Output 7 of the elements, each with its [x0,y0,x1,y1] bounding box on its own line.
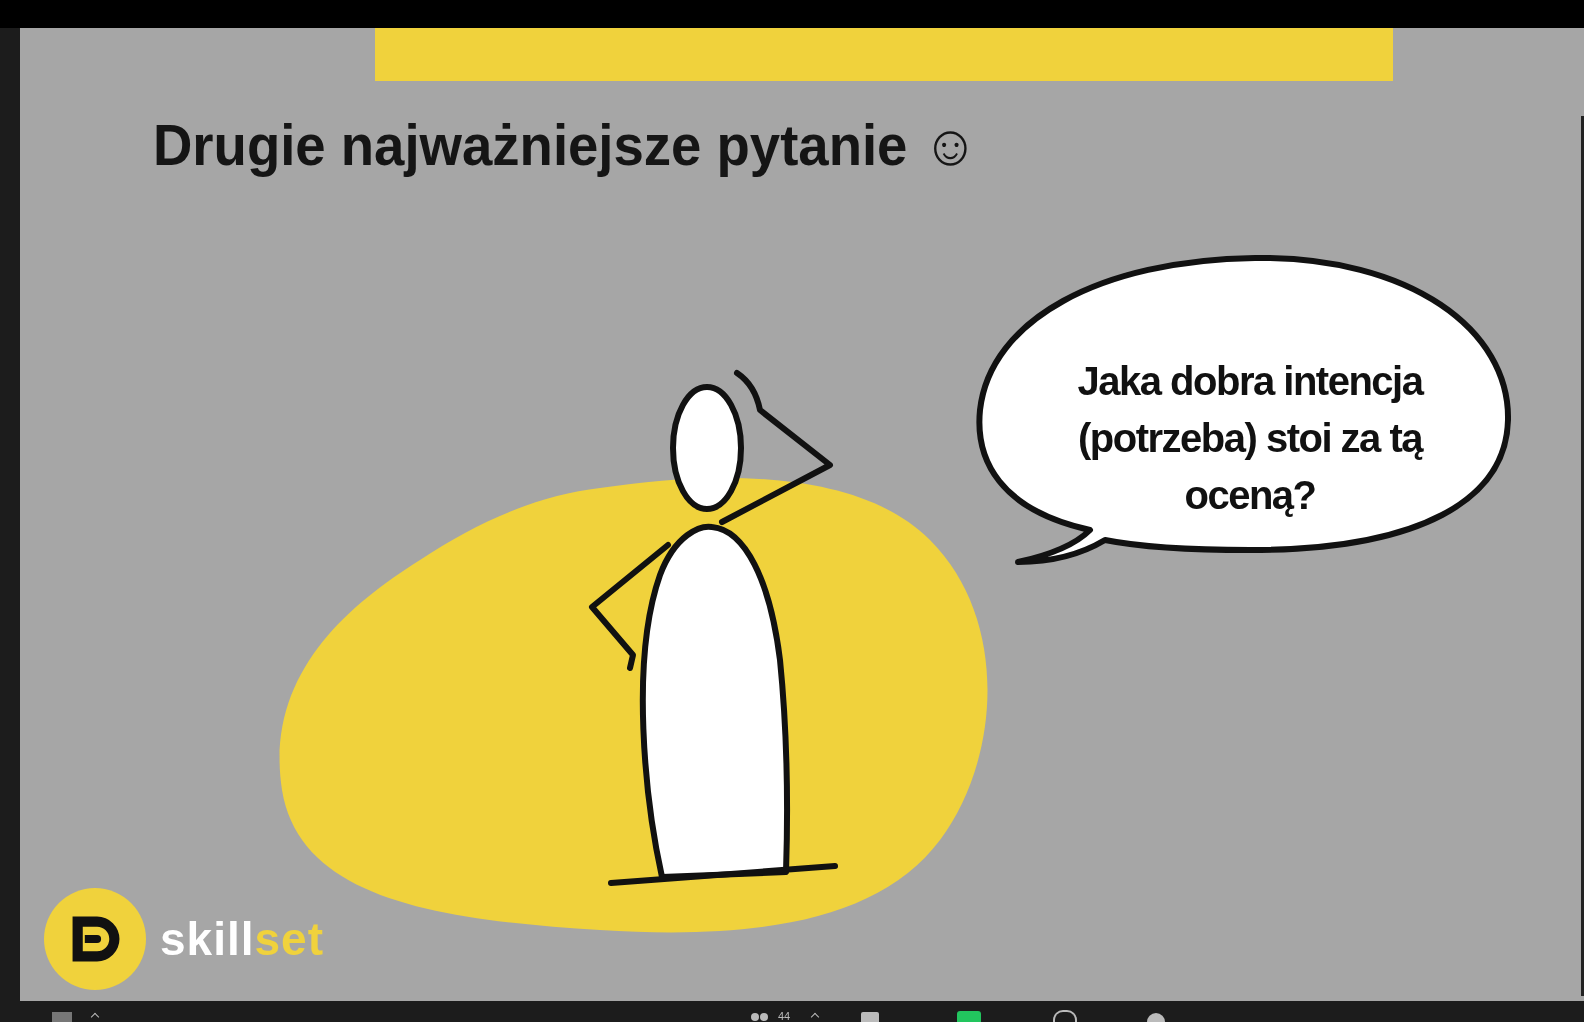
slide-title: Drugie najważniejsze pytanie ☺ [153,111,979,178]
logo-icon [44,888,146,990]
participant-count: 44 [778,1010,791,1022]
participants-icon[interactable] [750,1012,770,1022]
speech-bubble-text: Jaka dobra intencja (potrzeba) stoi za tą oceną? [1076,358,1425,519]
logo-wordmark: skillset [160,912,324,966]
share-screen-icon[interactable] [957,1011,982,1022]
